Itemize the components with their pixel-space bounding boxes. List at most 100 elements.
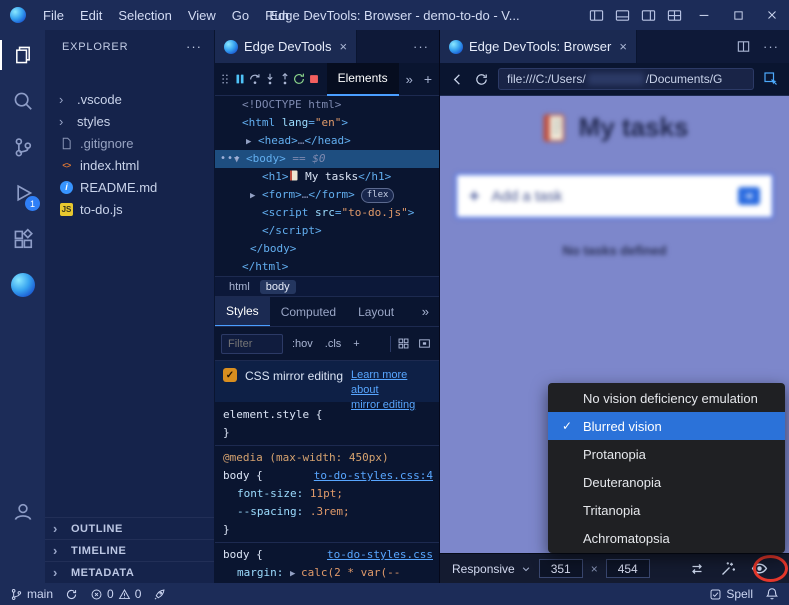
- more-tools-icon[interactable]: »: [399, 72, 420, 87]
- sync-button[interactable]: [65, 588, 78, 601]
- tree-item-styles[interactable]: › styles: [45, 110, 214, 132]
- dom-html-close[interactable]: </html>: [215, 258, 439, 276]
- menu-item-protanopia[interactable]: Protanopia: [548, 440, 785, 468]
- pane-overflow-icon[interactable]: »: [422, 304, 439, 319]
- add-task-button[interactable]: [738, 187, 760, 205]
- activitybar-extensions[interactable]: [0, 216, 45, 262]
- tree-item-index-html[interactable]: <> index.html: [45, 154, 214, 176]
- section-outline[interactable]: › OUTLINE: [45, 517, 214, 539]
- tab-styles[interactable]: Styles: [215, 297, 270, 327]
- css-prop-font-size[interactable]: font-size: 11pt;: [215, 485, 439, 503]
- menu-item-blurred-vision[interactable]: ✓ Blurred vision: [548, 412, 785, 440]
- tree-item-todo-js[interactable]: JS to-do.js: [45, 198, 214, 220]
- close-tab-icon[interactable]: ×: [339, 39, 347, 54]
- rotate-viewport-icon[interactable]: [689, 561, 705, 577]
- css-media-query[interactable]: @media (max-width: 450px): [215, 449, 439, 467]
- tab-layout[interactable]: Layout: [347, 297, 405, 327]
- menu-item-deuteranopia[interactable]: Deuteranopia: [548, 468, 785, 496]
- toggle-hover-state-button[interactable]: :hov: [289, 336, 316, 352]
- css-element-style[interactable]: element.style {: [215, 406, 439, 424]
- step-over-button[interactable]: [248, 68, 263, 90]
- toggle-panel-icon[interactable]: [609, 0, 635, 30]
- split-editor-icon[interactable]: [736, 39, 751, 54]
- launch-indicator[interactable]: [153, 588, 166, 601]
- more-actions-dots[interactable]: •••: [220, 150, 241, 168]
- close-tab-icon[interactable]: ×: [619, 39, 627, 54]
- toggle-class-button[interactable]: .cls: [322, 336, 345, 352]
- expand-value-icon[interactable]: ▶: [290, 565, 301, 583]
- dom-script-close[interactable]: </script>: [215, 222, 439, 240]
- toggle-sidebar-icon[interactable]: [583, 0, 609, 30]
- url-bar[interactable]: file:///C:/Users/ /Documents/G: [498, 68, 754, 90]
- breadcrumb-body[interactable]: body: [260, 280, 296, 294]
- editor-actions-more[interactable]: ···: [413, 39, 429, 54]
- inspect-element-icon[interactable]: [763, 71, 779, 87]
- reload-button[interactable]: [474, 72, 489, 87]
- branch-indicator[interactable]: main: [10, 587, 53, 601]
- menu-go[interactable]: Go: [224, 4, 257, 27]
- step-out-button[interactable]: [277, 68, 292, 90]
- section-timeline[interactable]: › TIMELINE: [45, 539, 214, 561]
- editor-actions-more[interactable]: ···: [763, 39, 779, 54]
- close-window-button[interactable]: [755, 0, 789, 30]
- emulation-wand-icon[interactable]: [720, 561, 736, 577]
- stylesheet-link[interactable]: to-do-styles.css:4: [314, 467, 433, 485]
- menu-view[interactable]: View: [180, 4, 224, 27]
- breadcrumb-html[interactable]: html: [223, 280, 256, 294]
- css-rule-body-1[interactable]: body {to-do-styles.css:4: [215, 467, 439, 485]
- vision-deficiency-eye-icon[interactable]: [751, 560, 768, 577]
- tree-item-vscode[interactable]: › .vscode: [45, 88, 214, 110]
- viewport-height-input[interactable]: [606, 559, 650, 578]
- menu-file[interactable]: File: [35, 4, 72, 27]
- activitybar-run-debug[interactable]: 1: [0, 170, 45, 216]
- collapsed-arrow-icon[interactable]: ▶: [250, 187, 262, 205]
- tab-edge-devtools[interactable]: Edge DevTools ×: [215, 30, 357, 63]
- styles-filter-input[interactable]: [221, 334, 283, 354]
- dom-script-open[interactable]: <script src="to-do.js">: [215, 204, 439, 222]
- viewport-width-input[interactable]: [539, 559, 583, 578]
- activitybar-explorer[interactable]: [0, 32, 45, 78]
- stop-button[interactable]: [307, 68, 322, 90]
- css-mirror-checkbox[interactable]: ✓: [223, 368, 237, 382]
- activitybar-search[interactable]: [0, 78, 45, 124]
- dom-doctype[interactable]: <!DOCTYPE html>: [215, 96, 439, 114]
- mirror-editing-link[interactable]: Learn more about mirror editing: [351, 368, 431, 402]
- pause-button[interactable]: [233, 68, 248, 90]
- minimize-button[interactable]: [687, 0, 721, 30]
- dom-body-close[interactable]: </body>: [215, 240, 439, 258]
- notifications-bell[interactable]: [765, 587, 779, 601]
- tab-edge-devtools-browser[interactable]: Edge DevTools: Browser ×: [440, 30, 637, 63]
- dom-html-open[interactable]: <html lang="en">: [215, 114, 439, 132]
- add-task-input[interactable]: + Add a task: [455, 173, 774, 219]
- step-into-button[interactable]: [262, 68, 277, 90]
- css-prop-margin[interactable]: margin: ▶calc(2 * var(--: [215, 564, 439, 582]
- menu-edit[interactable]: Edit: [72, 4, 110, 27]
- dom-form[interactable]: ▶<form>…</form>flex: [215, 186, 439, 204]
- tab-elements[interactable]: Elements: [327, 63, 399, 96]
- spell-checker-indicator[interactable]: Spell: [709, 587, 753, 601]
- problems-indicator[interactable]: 0 0: [90, 587, 141, 601]
- maximize-button[interactable]: [721, 0, 755, 30]
- dom-head[interactable]: ▶<head>…</head>: [215, 132, 439, 150]
- collapsed-arrow-icon[interactable]: ▶: [246, 133, 258, 151]
- box-model-icon[interactable]: [416, 335, 433, 352]
- dom-body-selected[interactable]: •••▼<body> == $0: [215, 150, 439, 168]
- menu-item-achromatopsia[interactable]: Achromatopsia: [548, 524, 785, 552]
- css-rule-body-2[interactable]: body {to-do-styles.css: [215, 546, 439, 564]
- menu-item-tritanopia[interactable]: Tritanopia: [548, 496, 785, 524]
- flex-badge[interactable]: flex: [361, 188, 395, 203]
- activitybar-accounts[interactable]: [0, 489, 45, 535]
- tree-item-readme[interactable]: i README.md: [45, 176, 214, 198]
- activitybar-source-control[interactable]: [0, 124, 45, 170]
- menu-selection[interactable]: Selection: [110, 4, 179, 27]
- new-style-rule-button[interactable]: +: [350, 336, 362, 352]
- tab-computed[interactable]: Computed: [270, 297, 347, 327]
- activitybar-edge-devtools[interactable]: [0, 262, 45, 308]
- drag-handle-icon[interactable]: [218, 68, 233, 90]
- add-tool-icon[interactable]: +: [420, 71, 436, 87]
- explorer-more-button[interactable]: ···: [186, 39, 202, 54]
- back-button[interactable]: [450, 72, 465, 87]
- device-mode-dropdown[interactable]: Responsive: [452, 562, 531, 576]
- toggle-secondary-sidebar-icon[interactable]: [635, 0, 661, 30]
- css-prop-spacing[interactable]: --spacing: .3rem;: [215, 503, 439, 521]
